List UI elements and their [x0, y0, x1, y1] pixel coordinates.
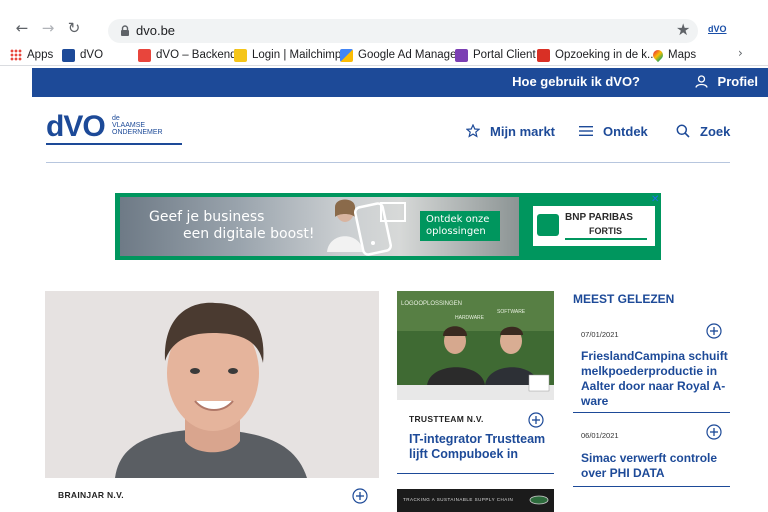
add-plus-icon[interactable]: [706, 323, 722, 339]
bookmark-label: Google Ad Manager: [358, 49, 461, 61]
image-caption: TRACKING A SUSTAINABLE SUPPLY CHAIN: [403, 497, 514, 502]
bookmark-dvo-backend[interactable]: dVO – Backend: [138, 47, 237, 63]
bookmarks-bar: Apps dVO dVO – Backend Login | Mailchimp…: [0, 44, 768, 66]
lock-icon: [121, 25, 129, 36]
logo-wordmark: dVO: [46, 110, 106, 143]
bnp-stars-icon: [537, 214, 559, 236]
site-topbar: Hoe gebruik ik dVO? Profiel: [32, 68, 768, 97]
logo-underline: [46, 143, 182, 145]
mailchimp-icon: [234, 48, 247, 62]
logo-tagline-line: de: [112, 115, 120, 122]
logo-tagline-line: ONDERNEMER: [112, 129, 163, 136]
reload-icon[interactable]: ↻: [66, 20, 82, 36]
bookmark-ad-manager[interactable]: Google Ad Manager: [340, 47, 460, 63]
bookmark-label: Portal Client: [473, 49, 536, 61]
star-outline-icon: [466, 124, 480, 138]
middle-article-title[interactable]: IT-integrator Trustteam lijft Compuboek …: [409, 432, 549, 462]
bookmark-label: Login | Mailchimp: [252, 49, 342, 61]
most-read-article-title[interactable]: FrieslandCampina schuift melkpoederprodu…: [581, 349, 731, 409]
brand-underline: [565, 238, 647, 240]
banner-ad[interactable]: Geef je business een digitale boost! Ont…: [115, 193, 661, 260]
image-word: SOFTWARE: [497, 309, 526, 315]
maps-pin-icon: [650, 47, 666, 63]
image-word: LOGOOPLOSSINGEN: [401, 301, 462, 307]
help-link[interactable]: Hoe gebruik ik dVO?: [512, 74, 640, 89]
nav-discover[interactable]: Ontdek: [579, 122, 648, 140]
hero-article-image[interactable]: [45, 291, 379, 478]
nav-search[interactable]: Zoek: [676, 122, 730, 140]
next-article-image[interactable]: TRACKING A SUSTAINABLE SUPPLY CHAIN: [397, 489, 554, 512]
nav-label: Mijn markt: [490, 123, 556, 139]
middle-company-name[interactable]: TRUSTTEAM N.V.: [409, 414, 484, 424]
logo-tagline: de VLAAMSE ONDERNEMER: [112, 115, 163, 136]
profile-label: Profiel: [717, 74, 758, 89]
bookmark-label: Maps: [668, 49, 697, 61]
article-divider: [397, 473, 554, 474]
kbo-icon: [537, 48, 550, 62]
add-plus-icon[interactable]: [706, 424, 722, 440]
browser-toolbar: ← → ↻ dvo.be ★ dVO: [0, 0, 768, 44]
sidebar-divider: [573, 486, 730, 487]
banner-cta-text: Ontdek onze: [426, 214, 490, 225]
header-divider: [46, 162, 730, 163]
banner-headline: een digitale boost!: [183, 226, 315, 242]
bnp-paribas-logo: BNP PARIBAS FORTIS: [533, 206, 655, 246]
bookmark-label: dVO: [80, 49, 104, 61]
banner-phone-graphic: [353, 202, 406, 256]
profile-link[interactable]: Profiel: [694, 74, 758, 89]
nav-label: Zoek: [700, 123, 731, 139]
ad-close-icon[interactable]: ✕: [651, 194, 659, 205]
sidebar-divider: [573, 412, 730, 413]
portal-icon: [455, 48, 468, 62]
bookmark-portal-client[interactable]: Portal Client: [455, 47, 536, 63]
banner-cta-text: oplossingen: [426, 226, 486, 237]
hero-company-name[interactable]: BRAINJAR N.V.: [58, 490, 124, 500]
bookmark-label: Apps: [27, 49, 54, 61]
nav-label: Ontdek: [603, 123, 648, 139]
most-read-article-title[interactable]: Simac verwerft controle over PHI DATA: [581, 451, 731, 481]
bookmark-maps[interactable]: Maps: [650, 47, 697, 63]
dvo-favicon: [62, 48, 75, 62]
user-icon: [694, 75, 708, 88]
dvo-extension-icon[interactable]: dVO: [708, 24, 727, 34]
address-bar[interactable]: dvo.be: [108, 19, 698, 43]
ad-manager-icon: [340, 48, 353, 62]
banner-headline: Geef je business: [149, 209, 265, 225]
most-read-heading: MEEST GELEZEN: [573, 292, 675, 306]
banner-cta-button[interactable]: Ontdek onze oplossingen: [420, 211, 500, 241]
bookmark-label: Opzoeking in de k...: [555, 49, 657, 61]
brand-name: BNP PARIBAS: [565, 212, 633, 223]
bookmark-kbo[interactable]: Opzoeking in de k...: [537, 47, 657, 63]
add-plus-icon[interactable]: [352, 488, 368, 504]
bookmark-star-icon[interactable]: ★: [676, 20, 690, 39]
site-logo[interactable]: dVO de VLAAMSE ONDERNEMER: [46, 110, 182, 145]
apps-grid-icon: [10, 49, 22, 61]
bookmark-mailchimp[interactable]: Login | Mailchimp: [234, 47, 341, 63]
back-arrow-icon[interactable]: ←: [14, 20, 30, 36]
middle-article-image[interactable]: LOGOOPLOSSINGEN HARDWARE SOFTWARE: [397, 291, 554, 400]
bookmark-label: dVO – Backend: [156, 49, 237, 61]
brand-badge-icon: [529, 495, 549, 505]
hamburger-menu-icon: [579, 125, 593, 137]
backend-favicon: [138, 48, 151, 62]
url-text[interactable]: dvo.be: [136, 23, 175, 38]
search-icon: [676, 124, 690, 138]
image-word: HARDWARE: [455, 315, 485, 321]
article-date: 07/01/2021: [581, 330, 619, 339]
logo-tagline-line: VLAAMSE: [112, 122, 146, 129]
brand-sub: FORTIS: [589, 226, 622, 236]
bookmark-dvo[interactable]: dVO: [62, 47, 103, 63]
nav-my-market[interactable]: Mijn markt: [466, 122, 555, 140]
article-date: 06/01/2021: [581, 431, 619, 440]
forward-arrow-icon[interactable]: →: [40, 20, 56, 36]
chevron-right-icon[interactable]: ›: [738, 46, 743, 60]
bookmark-apps[interactable]: Apps: [10, 47, 53, 63]
add-plus-icon[interactable]: [528, 412, 544, 428]
